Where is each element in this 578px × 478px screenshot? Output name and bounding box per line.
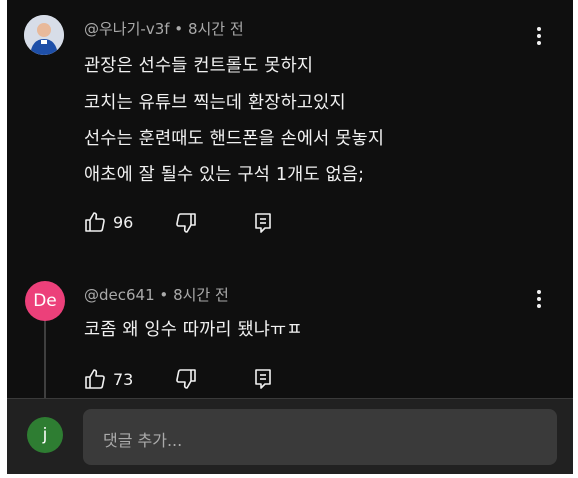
current-user-avatar: j: [27, 417, 63, 453]
like-count: 96: [113, 212, 134, 232]
user-photo-icon: [24, 15, 64, 55]
like-button[interactable]: 96: [83, 210, 133, 234]
dislike-button[interactable]: [174, 211, 198, 235]
reply-button[interactable]: [251, 367, 275, 391]
author-name[interactable]: @우나기-v3f: [84, 20, 170, 38]
comment-meta: @dec641 • 8시간 전: [84, 284, 229, 305]
thumbs-up-icon: [85, 212, 105, 232]
comment-meta: @우나기-v3f • 8시간 전: [84, 18, 244, 39]
avatar[interactable]: De: [25, 281, 65, 321]
thumbs-up-icon: [85, 369, 105, 389]
avatar-initials: De: [33, 291, 57, 311]
like-button[interactable]: 73: [83, 367, 133, 391]
meta-separator: •: [159, 286, 169, 304]
like-count: 73: [113, 369, 134, 389]
add-comment-placeholder: 댓글 추가...: [103, 431, 183, 450]
more-options-icon[interactable]: [529, 287, 549, 311]
comment-time: 8시간 전: [173, 286, 229, 304]
thumbs-down-icon: [176, 369, 196, 389]
thread-connector-line: [44, 311, 46, 401]
reply-icon: [255, 213, 271, 233]
comment-time: 8시간 전: [187, 20, 244, 38]
avatar-initials: j: [42, 425, 48, 445]
comment-text-line: 애초에 잘 될수 있는 구석 1개도 없음;: [84, 165, 365, 185]
comment-text-line: 관장은 선수들 컨트롤도 못하지: [84, 56, 314, 76]
reply-icon: [255, 369, 271, 389]
thumbs-down-icon: [176, 213, 196, 233]
add-comment-input[interactable]: 댓글 추가...: [83, 409, 557, 465]
meta-separator: •: [174, 20, 184, 38]
comments-screen: @우나기-v3f • 8시간 전 관장은 선수들 컨트롤도 못하지 코치는 유튜…: [7, 0, 573, 474]
add-comment-bar: j 댓글 추가...: [7, 398, 573, 474]
author-name[interactable]: @dec641: [84, 286, 155, 304]
comment-text-line: 코치는 유튜브 찍는데 환장하고있지: [84, 93, 346, 113]
more-options-icon[interactable]: [529, 24, 549, 48]
comment-text-line: 코좀 왜 잉수 따까리 됐냐ㅠㅍ: [84, 320, 303, 340]
dislike-button[interactable]: [174, 367, 198, 391]
reply-button[interactable]: [251, 211, 275, 235]
avatar[interactable]: [24, 15, 64, 55]
comment-text-line: 선수는 훈련때도 핸드폰을 손에서 못놓지: [84, 129, 385, 149]
